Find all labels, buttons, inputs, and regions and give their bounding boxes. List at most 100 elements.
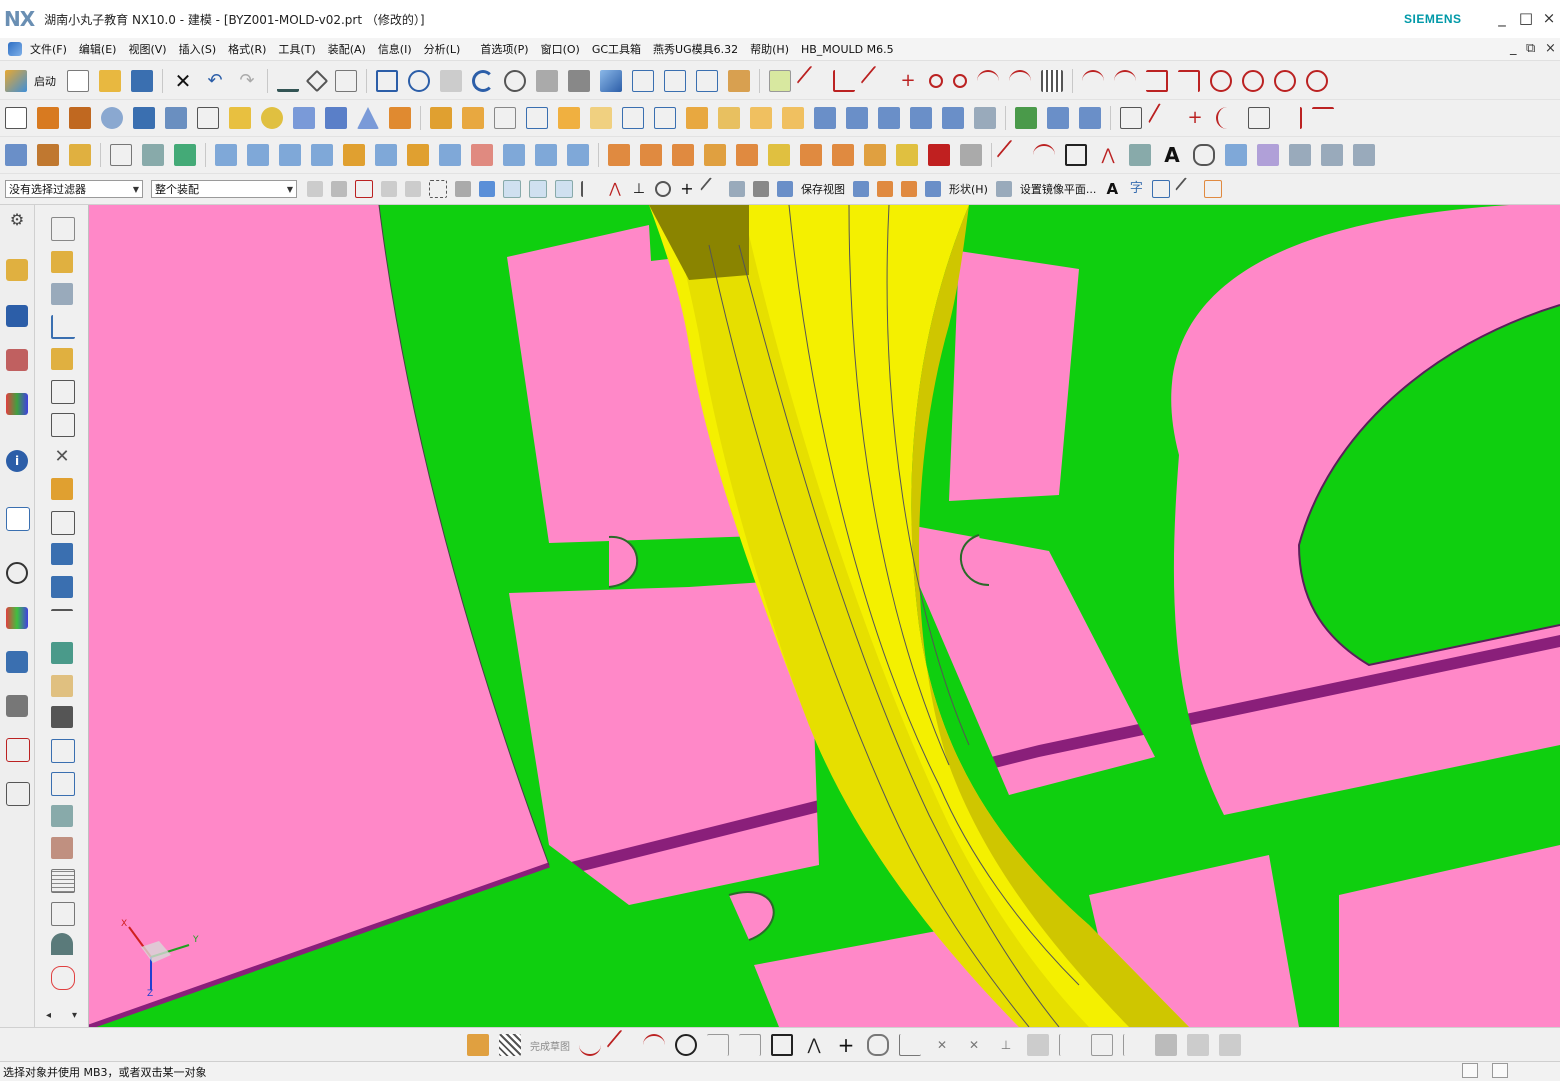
- snap-point-icon[interactable]: [331, 181, 347, 197]
- cavity-layout-icon[interactable]: [51, 348, 73, 370]
- wcs-icon[interactable]: [877, 181, 893, 197]
- start-icon[interactable]: [5, 70, 27, 92]
- scroll-left-icon[interactable]: ◂: [46, 1010, 51, 1021]
- project-curve-icon[interactable]: [1248, 107, 1270, 129]
- select-icon[interactable]: [110, 144, 132, 166]
- shrinkage-icon[interactable]: [51, 283, 73, 305]
- snap-face-icon[interactable]: [729, 181, 745, 197]
- snap-end-icon[interactable]: [503, 180, 521, 198]
- web-browser-icon[interactable]: [6, 507, 30, 531]
- shaded-icon[interactable]: [568, 70, 590, 92]
- draft-icon[interactable]: [590, 107, 612, 129]
- wcs2-icon[interactable]: [901, 181, 917, 197]
- constraint-sketch-icon[interactable]: [1027, 1034, 1049, 1056]
- studio-surface-icon[interactable]: [535, 144, 557, 166]
- shape-menu[interactable]: 形状(H): [949, 181, 988, 197]
- iso-view-icon[interactable]: [696, 70, 718, 92]
- offset-icon[interactable]: [1193, 144, 1215, 166]
- polyline-icon[interactable]: ⋀: [1097, 144, 1119, 166]
- thicken-icon[interactable]: [718, 107, 740, 129]
- workpiece-icon[interactable]: [51, 315, 75, 339]
- assembly-constraint-icon[interactable]: [174, 144, 196, 166]
- annotation-box-icon[interactable]: [1204, 180, 1223, 198]
- mold-wizard-icon[interactable]: [1015, 107, 1037, 129]
- sketch-settings-icon[interactable]: [1219, 1034, 1241, 1056]
- surface-analysis-icon[interactable]: [1257, 144, 1279, 166]
- chamfer-sketch-icon[interactable]: [739, 1034, 761, 1056]
- selection-filter-dropdown[interactable]: 没有选择过滤器 ▼: [5, 180, 143, 198]
- mold-tool6-icon[interactable]: [768, 144, 790, 166]
- menu-tools[interactable]: 工具(T): [278, 41, 315, 57]
- intersect-curve-icon[interactable]: +: [1184, 107, 1206, 129]
- annotation-line-icon[interactable]: [1175, 177, 1200, 201]
- offset-face-icon[interactable]: [558, 107, 580, 129]
- menu-help[interactable]: 帮助(H): [750, 41, 789, 57]
- fillet-sketch-icon[interactable]: [707, 1034, 729, 1056]
- quick-extend-icon[interactable]: ✕: [931, 1034, 953, 1056]
- menu-information[interactable]: 信息(I): [378, 41, 412, 57]
- bottom-rectangle-icon[interactable]: [771, 1034, 793, 1056]
- n-sided-icon[interactable]: [375, 144, 397, 166]
- through-mesh-icon[interactable]: [279, 144, 301, 166]
- measure-distance-icon[interactable]: [1120, 107, 1142, 129]
- finish-sketch-button[interactable]: 完成草图: [530, 1038, 570, 1053]
- menu-assembly[interactable]: 装配(A): [328, 41, 366, 57]
- sweep-icon[interactable]: [782, 107, 804, 129]
- start-menu[interactable]: 启动: [34, 73, 56, 89]
- sketch-line-icon[interactable]: [996, 139, 1028, 171]
- mold-tool8-icon[interactable]: [832, 144, 854, 166]
- link-icon[interactable]: [769, 70, 791, 92]
- close-button[interactable]: ×: [1539, 8, 1559, 28]
- mold-tool11-icon[interactable]: [928, 144, 950, 166]
- point-icon[interactable]: [355, 180, 373, 198]
- finish-sketch-icon[interactable]: [499, 1034, 521, 1056]
- save-view-icon[interactable]: [777, 181, 793, 197]
- menu-format[interactable]: 格式(R): [228, 41, 266, 57]
- snap-center-icon[interactable]: [655, 181, 671, 197]
- fit-view-icon[interactable]: [376, 70, 398, 92]
- resize-icon[interactable]: [878, 107, 900, 129]
- doc-minimize-button[interactable]: _: [1510, 41, 1517, 56]
- menu-edit[interactable]: 编辑(E): [79, 41, 117, 57]
- view-layout-icon[interactable]: [853, 181, 869, 197]
- bracket-icon[interactable]: [1146, 70, 1168, 92]
- move-component-icon[interactable]: [142, 144, 164, 166]
- replace-face-icon[interactable]: [686, 107, 708, 129]
- mirror-plane-icon[interactable]: [995, 181, 1012, 197]
- curve-icon[interactable]: [977, 70, 999, 92]
- convert-ref-icon[interactable]: [1123, 1034, 1145, 1056]
- grid-icon[interactable]: [1041, 70, 1063, 92]
- standard-part-icon[interactable]: [51, 511, 75, 535]
- table-icon[interactable]: [1152, 180, 1171, 198]
- sew-icon[interactable]: [407, 144, 429, 166]
- make-corner-icon[interactable]: ✕: [963, 1034, 985, 1056]
- orient-icon[interactable]: [504, 70, 526, 92]
- mold-tool12-icon[interactable]: [960, 144, 982, 166]
- redo-icon[interactable]: ↷: [236, 70, 258, 92]
- assembly-scope-dropdown[interactable]: 整个装配 ▼: [151, 180, 297, 198]
- mold-tool4-icon[interactable]: [704, 144, 726, 166]
- fillet2-icon[interactable]: [1114, 70, 1136, 92]
- minimize-button[interactable]: _: [1492, 8, 1512, 28]
- part-navigator-icon[interactable]: [5, 144, 27, 166]
- graphics-window[interactable]: X Y Z: [89, 205, 1560, 1027]
- ruled-icon[interactable]: [343, 144, 365, 166]
- view-cube-icon[interactable]: [600, 70, 622, 92]
- circle2-icon[interactable]: [1242, 70, 1264, 92]
- cooling-icon[interactable]: [51, 739, 75, 763]
- spline-icon[interactable]: [953, 74, 967, 88]
- cylinder-icon[interactable]: [293, 107, 315, 129]
- draft-analysis-icon[interactable]: [1321, 144, 1343, 166]
- arc-icon[interactable]: [1033, 144, 1055, 166]
- measure-icon[interactable]: [277, 70, 299, 92]
- mold-csys-icon[interactable]: [51, 251, 73, 273]
- section-icon[interactable]: [728, 70, 750, 92]
- move-face-icon[interactable]: [814, 107, 836, 129]
- mold-base-icon[interactable]: [51, 478, 73, 500]
- status-panel-icon[interactable]: [1462, 1063, 1478, 1078]
- bottom-offset-icon[interactable]: [867, 1034, 889, 1056]
- electrode-icon[interactable]: [51, 772, 75, 796]
- edge-blend-icon[interactable]: [430, 107, 452, 129]
- mold-tool9-icon[interactable]: [864, 144, 886, 166]
- front-view-icon[interactable]: [632, 70, 654, 92]
